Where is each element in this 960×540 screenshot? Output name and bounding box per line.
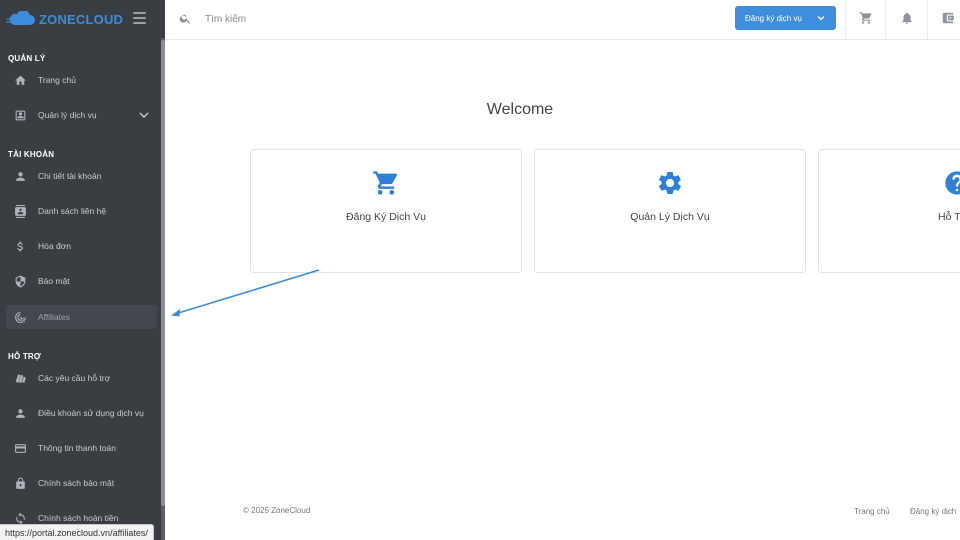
menu-toggle-icon[interactable] <box>133 12 146 24</box>
wallet-icon[interactable] <box>941 11 955 25</box>
sidebar-item-privacy[interactable]: Chính sách bảo mật <box>6 471 157 495</box>
footer-link-register[interactable]: Đăng ký dịch <box>910 507 956 516</box>
sidebar-item-invoices[interactable]: Hóa đơn <box>6 234 157 258</box>
sidebar-item-account-details[interactable]: Chi tiết tài khoản <box>6 164 157 188</box>
service-box-icon <box>13 108 27 122</box>
register-service-label: Đăng ký dịch vụ <box>745 13 802 23</box>
sidebar-item-label: Chính sách bảo mật <box>38 478 115 488</box>
card-label: Hỗ T <box>938 211 960 223</box>
sidebar-item-home[interactable]: Trang chủ <box>6 68 157 92</box>
home-icon <box>13 73 27 87</box>
browser-status-url: https://portal.zonecloud.vn/affiliates/ <box>0 524 154 540</box>
affiliates-icon <box>13 310 27 324</box>
sidebar-item-label: Điều khoản sử dụng dịch vụ <box>38 408 144 418</box>
sidebar-item-label: Trang chủ <box>38 75 76 85</box>
sidebar-item-label: Hóa đơn <box>38 241 71 251</box>
brand-logo[interactable]: ZONE CLOUD <box>6 11 123 27</box>
card-register-service[interactable]: Đăng Ký Dịch Vụ <box>250 149 522 273</box>
sidebar-item-label: Chi tiết tài khoản <box>38 171 102 181</box>
search-icon[interactable] <box>179 12 192 25</box>
bell-icon[interactable] <box>900 11 914 25</box>
sidebar-item-label: Các yêu cầu hỗ trợ <box>38 373 111 383</box>
lock-icon <box>13 476 27 490</box>
cart-icon <box>372 169 400 197</box>
card-label: Quản Lý Dịch Vụ <box>630 211 710 223</box>
divider <box>845 0 846 40</box>
sidebar: ZONE CLOUD QUẢN LÝ Trang chủ Quản lý dịc… <box>0 0 165 540</box>
card-support[interactable]: Hỗ T <box>818 149 960 273</box>
dollar-icon <box>13 239 27 253</box>
footer-link-home[interactable]: Trang chủ <box>854 507 890 516</box>
sidebar-item-label: Bảo mật <box>38 276 70 286</box>
welcome-heading: Welcome <box>486 101 554 118</box>
card-label: Đăng Ký Dịch Vụ <box>346 211 426 223</box>
sidebar-item-label: Thông tin thanh toán <box>38 443 116 453</box>
contacts-icon <box>13 204 27 218</box>
chevron-down-icon[interactable] <box>139 110 149 120</box>
sidebar-item-label: Quản lý dịch vụ <box>38 110 97 120</box>
person-icon <box>13 169 27 183</box>
sidebar-item-payment-info[interactable]: Thông tin thanh toán <box>6 436 157 460</box>
divider <box>885 0 886 40</box>
cart-icon[interactable] <box>859 11 873 25</box>
gear-icon <box>656 169 684 197</box>
divider <box>927 0 928 40</box>
brand-cloud: CLOUD <box>75 11 124 27</box>
sidebar-item-affiliates[interactable]: Affiliates <box>6 305 157 329</box>
card-manage-service[interactable]: Quản Lý Dịch Vụ <box>534 149 806 273</box>
topbar: Đăng ký dịch vụ <box>165 0 960 40</box>
search-input[interactable] <box>205 10 505 28</box>
cloud-logo-icon <box>6 11 35 25</box>
sidebar-item-label: Danh sách liên hệ <box>38 206 107 216</box>
person-icon <box>13 406 27 420</box>
sidebar-item-label: Affiliates <box>38 312 70 322</box>
sidebar-item-terms[interactable]: Điều khoản sử dụng dịch vụ <box>6 401 157 425</box>
shield-icon <box>13 274 27 288</box>
credit-card-icon <box>13 441 27 455</box>
sidebar-item-contacts[interactable]: Danh sách liên hệ <box>6 199 157 223</box>
chevron-down-icon <box>817 16 825 21</box>
tickets-icon <box>13 371 27 385</box>
sidebar-item-label: Chính sách hoàn tiền <box>38 513 119 523</box>
help-icon <box>943 169 960 197</box>
section-support: HỖ TRỢ <box>8 352 41 361</box>
brand-zone: ZONE <box>39 11 76 27</box>
section-manage: QUẢN LÝ <box>8 54 46 63</box>
refresh-icon <box>13 511 27 525</box>
section-account: TÀI KHOẢN <box>8 150 55 159</box>
sidebar-item-services[interactable]: Quản lý dịch vụ <box>6 103 157 127</box>
sidebar-item-security[interactable]: Bảo mật <box>6 269 157 293</box>
register-service-button[interactable]: Đăng ký dịch vụ <box>735 6 836 30</box>
annotation-arrow <box>171 269 320 317</box>
sidebar-header: ZONE CLOUD <box>0 0 165 38</box>
footer-copyright: © 2025 ZoneCloud <box>243 506 311 515</box>
sidebar-item-support-tickets[interactable]: Các yêu cầu hỗ trợ <box>6 366 157 390</box>
